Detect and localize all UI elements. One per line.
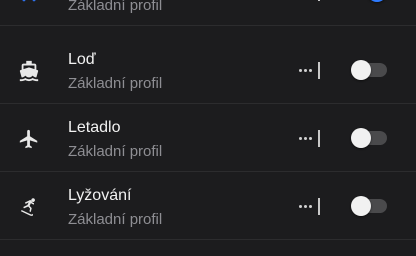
profile-name: Loď	[68, 51, 96, 68]
separator	[318, 62, 320, 79]
more-options-icon[interactable]	[296, 0, 314, 2]
more-options-icon[interactable]	[296, 60, 314, 80]
profile-subtitle: Základní profil	[68, 143, 163, 160]
airplane-icon	[16, 126, 42, 152]
profile-subtitle: Základní profil	[68, 211, 163, 228]
profile-row-lod[interactable]: Loď Základní profil	[0, 36, 416, 104]
profile-row-lyzovani[interactable]: Lyžování Základní profil	[0, 172, 416, 240]
more-options-icon[interactable]	[296, 128, 314, 148]
profile-toggle[interactable]	[351, 196, 387, 216]
profile-toggle[interactable]	[351, 60, 387, 80]
profile-row-bus[interactable]: Základní profil	[0, 0, 416, 26]
separator	[318, 198, 320, 215]
separator	[318, 130, 320, 147]
divider	[0, 25, 416, 26]
skiing-icon	[16, 194, 42, 220]
divider	[0, 239, 416, 240]
profile-name: Lyžování	[68, 187, 132, 204]
profile-toggle[interactable]	[351, 128, 387, 148]
profile-name: Letadlo	[68, 119, 121, 136]
profile-toggle[interactable]	[351, 0, 387, 2]
bus-icon	[16, 0, 42, 6]
more-options-icon[interactable]	[296, 196, 314, 216]
profile-list: Základní profil Loď Základní profil Leta…	[0, 0, 416, 256]
profile-subtitle: Základní profil	[68, 0, 163, 14]
boat-icon	[16, 58, 42, 84]
profile-subtitle: Základní profil	[68, 75, 163, 92]
profile-row-letadlo[interactable]: Letadlo Základní profil	[0, 104, 416, 172]
separator	[318, 0, 320, 1]
